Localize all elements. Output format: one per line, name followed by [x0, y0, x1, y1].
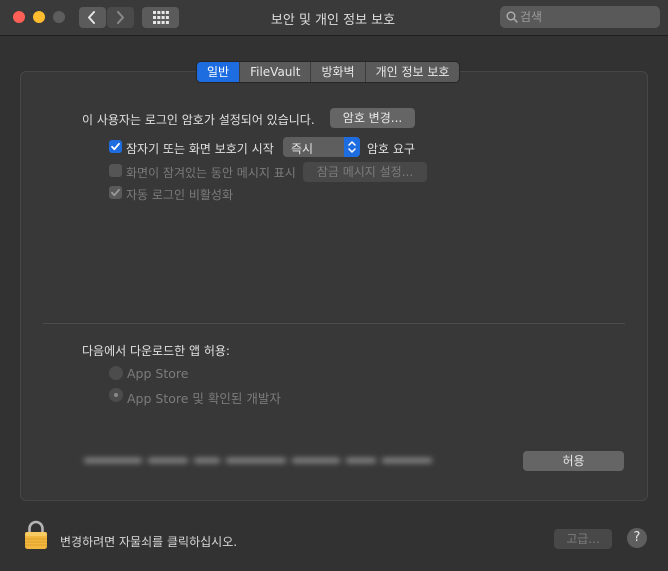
- disable-auto-login-checkbox[interactable]: [109, 186, 122, 199]
- radio-app-store-identified-label: App Store 및 확인된 개발자: [127, 391, 281, 406]
- updown-arrows-icon: [344, 137, 360, 157]
- chevron-right-icon: [117, 11, 124, 24]
- blocked-app-message: [84, 455, 432, 467]
- search-input[interactable]: [520, 8, 652, 26]
- minimize-window-button[interactable]: [33, 11, 45, 23]
- change-password-button[interactable]: 암호 변경...: [330, 108, 415, 128]
- disable-auto-login-label: 자동 로그인 비활성화: [126, 188, 233, 202]
- chevron-left-icon: [88, 11, 95, 24]
- title-bar: 보안 및 개인 정보 보호: [0, 0, 668, 36]
- search-field[interactable]: [500, 6, 660, 28]
- radio-app-store-label: App Store: [127, 366, 189, 381]
- radio-app-store-identified[interactable]: [109, 388, 123, 402]
- require-password-suffix: 암호 요구: [367, 142, 415, 156]
- checkmark-icon: [111, 188, 120, 197]
- tab-filevault[interactable]: FileVault: [240, 62, 312, 82]
- tab-firewall[interactable]: 방화벽: [311, 62, 366, 82]
- tab-general[interactable]: 일반: [197, 62, 241, 82]
- close-window-button[interactable]: [13, 11, 25, 23]
- set-lock-message-button[interactable]: 잠금 메시지 설정...: [303, 162, 427, 182]
- lock-button[interactable]: [24, 520, 48, 553]
- password-delay-select[interactable]: 즉시: [283, 137, 360, 157]
- window-title: 보안 및 개인 정보 보호: [270, 13, 396, 28]
- back-button[interactable]: [79, 7, 106, 28]
- padlock-icon: [25, 520, 47, 549]
- require-password-label: 잠자기 또는 화면 보호기 시작: [126, 142, 274, 156]
- allow-button[interactable]: 허용: [523, 451, 624, 471]
- tab-privacy[interactable]: 개인 정보 보호: [366, 62, 460, 82]
- radio-app-store[interactable]: [109, 366, 123, 380]
- advanced-button[interactable]: 고급...: [554, 529, 612, 549]
- section-divider: [43, 323, 625, 324]
- help-button[interactable]: ?: [627, 528, 647, 548]
- content-panel: [20, 71, 648, 501]
- lock-status-text: 변경하려면 자물쇠를 클릭하십시오.: [60, 535, 238, 549]
- downloads-heading: 다음에서 다운로드한 앱 허용:: [82, 344, 230, 358]
- zoom-window-button[interactable]: [53, 11, 65, 23]
- checkmark-icon: [111, 142, 120, 151]
- forward-button[interactable]: [107, 7, 134, 28]
- require-password-checkbox[interactable]: [109, 140, 122, 153]
- grid-icon: [153, 11, 169, 24]
- password-delay-value: 즉시: [291, 142, 314, 156]
- show-message-checkbox[interactable]: [109, 164, 122, 177]
- search-icon: [506, 11, 518, 23]
- show-all-button[interactable]: [142, 7, 179, 28]
- password-status-label: 이 사용자는 로그인 암호가 설정되어 있습니다.: [82, 113, 315, 127]
- show-message-label: 화면이 잠겨있는 동안 메시지 표시: [126, 166, 296, 180]
- tab-bar: 일반 FileVault 방화벽 개인 정보 보호: [197, 62, 460, 82]
